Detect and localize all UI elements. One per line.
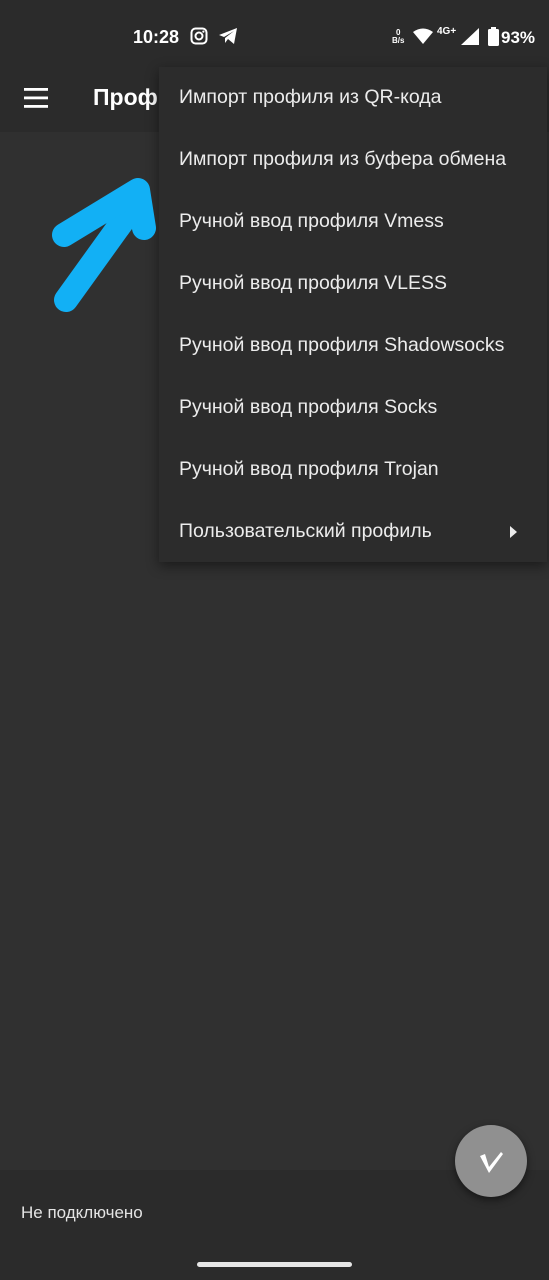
menu-item-label: Ручной ввод профиля VLESS (179, 272, 447, 294)
menu-item-import-clipboard[interactable]: Импорт профиля из буфера обмена (159, 129, 547, 191)
home-indicator[interactable] (197, 1262, 352, 1267)
connection-status: Не подключено (21, 1203, 143, 1222)
menu-item-manual-socks[interactable]: Ручной ввод профиля Socks (159, 377, 547, 439)
instagram-icon (190, 27, 208, 50)
menu-item-label: Ручной ввод профиля Socks (179, 396, 438, 418)
wifi-icon (413, 28, 433, 49)
telegram-icon (218, 27, 238, 50)
menu-item-manual-vmess[interactable]: Ручной ввод профиля Vmess (159, 191, 547, 253)
battery-icon (488, 27, 499, 51)
menu-item-label: Импорт профиля из QR-кода (179, 86, 442, 108)
arrow-annotation-icon (40, 160, 170, 335)
menu-item-manual-shadowsocks[interactable]: Ручной ввод профиля Shadowsocks (159, 315, 547, 377)
menu-item-label: Ручной ввод профиля Vmess (179, 210, 444, 232)
submenu-arrow-icon (510, 526, 517, 538)
menu-item-label: Импорт профиля из буфера обмена (179, 148, 507, 170)
menu-item-import-qr[interactable]: Импорт профиля из QR-кода (159, 67, 547, 129)
clock: 10:28 (133, 27, 180, 47)
network-type: 4G+ (437, 26, 457, 37)
net-speed-unit: B/s (392, 36, 405, 45)
menu-item-manual-vless[interactable]: Ручной ввод профиля VLESS (159, 253, 547, 315)
menu-item-manual-trojan[interactable]: Ручной ввод профиля Trojan (159, 439, 547, 501)
menu-item-label: Ручной ввод профиля Trojan (179, 458, 439, 480)
status-bar: 10:28 0 B/s 4G+ 93% (0, 0, 549, 66)
cell-signal-icon (461, 28, 479, 50)
connect-fab-button[interactable] (455, 1125, 527, 1197)
menu-item-custom-profile[interactable]: Пользовательский профиль (159, 501, 547, 563)
page-title: Проф (93, 84, 158, 110)
net-speed: 0 B/s (392, 29, 404, 45)
hamburger-menu-icon[interactable] (16, 80, 56, 116)
menu-item-label: Пользовательский профиль (179, 520, 432, 542)
menu-item-label: Ручной ввод профиля Shadowsocks (179, 334, 505, 356)
v-logo-icon (480, 1152, 503, 1173)
overflow-menu: Импорт профиля из QR-кода Импорт профиля… (159, 67, 547, 562)
battery-percent: 93% (501, 28, 536, 47)
